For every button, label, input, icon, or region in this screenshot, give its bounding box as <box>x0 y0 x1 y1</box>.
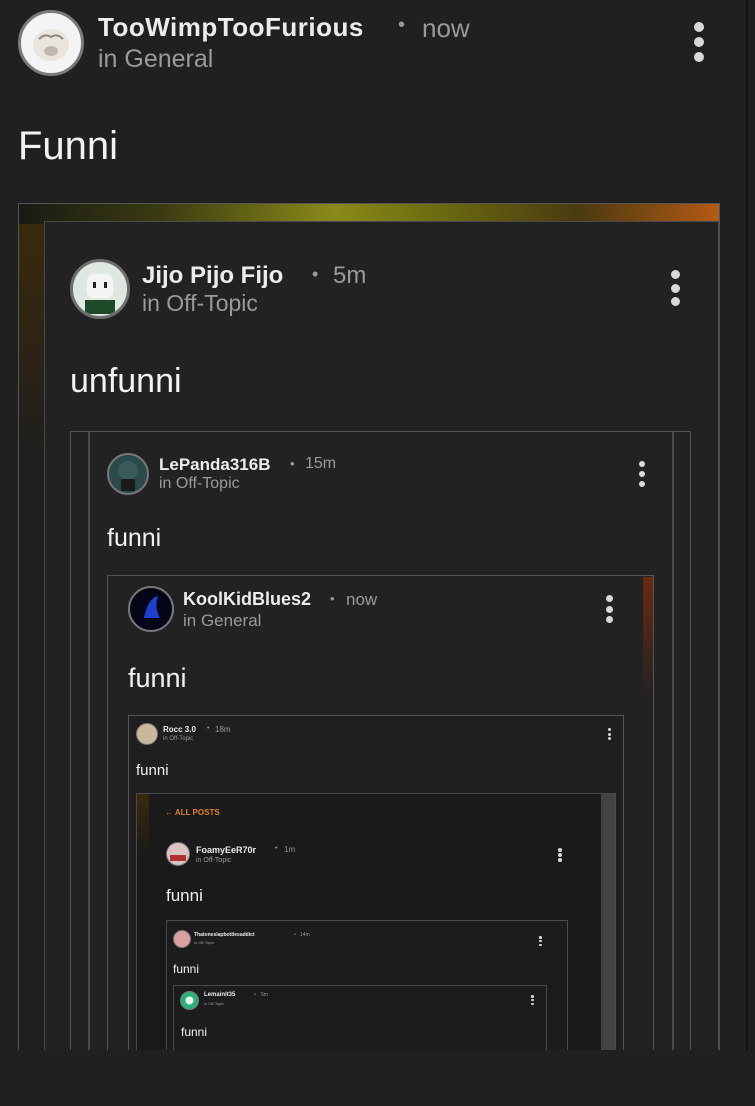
post-title: funni <box>107 524 162 552</box>
post-author[interactable]: Rocc 3.0 <box>163 725 196 734</box>
post-separator: • <box>290 456 295 471</box>
all-posts-link[interactable]: ← ALL POSTS <box>165 808 220 817</box>
more-options-icon[interactable] <box>669 270 681 306</box>
inner-border-line <box>88 432 90 1052</box>
post-author[interactable]: LePanda316B <box>159 455 271 475</box>
post-time: 15m <box>305 455 337 472</box>
more-options-icon[interactable] <box>637 461 646 487</box>
post-time: 5m <box>261 992 268 998</box>
post-separator: • <box>312 264 319 284</box>
post-author[interactable]: Lemainit35 <box>204 992 235 998</box>
post-time: 18m <box>215 725 231 734</box>
post-time: now <box>346 590 378 609</box>
left-edge-shade <box>137 794 149 854</box>
post-author[interactable]: KoolKidBlues2 <box>183 589 311 610</box>
post-category[interactable]: in Off-Topic <box>163 736 193 742</box>
avatar-toowimptoofurious[interactable] <box>18 10 84 76</box>
post-separator: • <box>294 932 296 938</box>
post-separator: • <box>207 725 210 732</box>
avatar-image <box>144 596 160 618</box>
post-title: funni <box>166 886 203 905</box>
avatar-jijo-pijo-fijo[interactable] <box>70 259 130 319</box>
avatar-foamyeer70r[interactable] <box>166 842 190 866</box>
post-author[interactable]: FoamyEeR70r <box>196 845 256 855</box>
post-author[interactable]: TooWimpTooFurious <box>98 12 364 43</box>
avatar-image <box>185 996 194 1005</box>
post-category[interactable]: in Off-Topic <box>159 475 240 493</box>
scrollbar-track[interactable] <box>601 794 615 1053</box>
post-category[interactable]: in Off-Topic <box>196 857 231 864</box>
avatar-lemainit35[interactable] <box>180 991 199 1010</box>
post-title: funni <box>181 1025 208 1039</box>
inner-border-line <box>672 432 674 1052</box>
avatar-rocc[interactable] <box>136 723 158 745</box>
post-time: 1m <box>284 845 296 854</box>
left-edge-shade <box>19 224 45 464</box>
more-options-icon[interactable] <box>605 595 614 623</box>
post-separator: • <box>330 591 335 606</box>
post-category[interactable]: in Off-Topic <box>142 290 258 317</box>
avatar-koolkidblues2[interactable] <box>128 586 174 632</box>
bottom-bar <box>0 1050 755 1106</box>
more-options-icon[interactable] <box>539 936 542 946</box>
post-separator: • <box>275 845 278 852</box>
avatar-image <box>118 461 138 491</box>
avatar-image <box>85 274 115 314</box>
post-separator: • <box>254 992 256 998</box>
post-title: funni <box>128 663 187 693</box>
post-time: 14m <box>300 932 310 938</box>
post-separator: • <box>398 14 406 36</box>
post-title: unfunni <box>70 362 182 400</box>
post-time: now <box>422 13 470 43</box>
more-options-icon[interactable] <box>558 848 562 862</box>
post-author[interactable]: Thatoneslapbottlesaddict <box>194 932 255 938</box>
post-category[interactable]: in General <box>98 45 213 74</box>
avatar-image <box>170 855 186 861</box>
right-edge-divider <box>746 0 748 1050</box>
accent-edge <box>643 577 653 697</box>
more-options-icon[interactable] <box>607 728 611 740</box>
post-author[interactable]: Jijo Pijo Fijo <box>142 262 283 290</box>
more-options-icon[interactable] <box>692 22 706 62</box>
post-category[interactable]: in Off-Topic <box>194 940 214 945</box>
avatar-thatoneslapbottlesaddict[interactable] <box>173 930 191 948</box>
post-time: 5m <box>333 262 367 289</box>
post-category[interactable]: in Off-Topic <box>204 1001 224 1006</box>
post-title: Funni <box>18 124 119 168</box>
post-title: funni <box>136 762 169 779</box>
post-title: funni <box>173 962 200 976</box>
avatar-image <box>33 29 69 61</box>
avatar-lepanda316b[interactable] <box>107 453 149 495</box>
post-category[interactable]: in General <box>183 611 261 631</box>
more-options-icon[interactable] <box>531 995 534 1005</box>
